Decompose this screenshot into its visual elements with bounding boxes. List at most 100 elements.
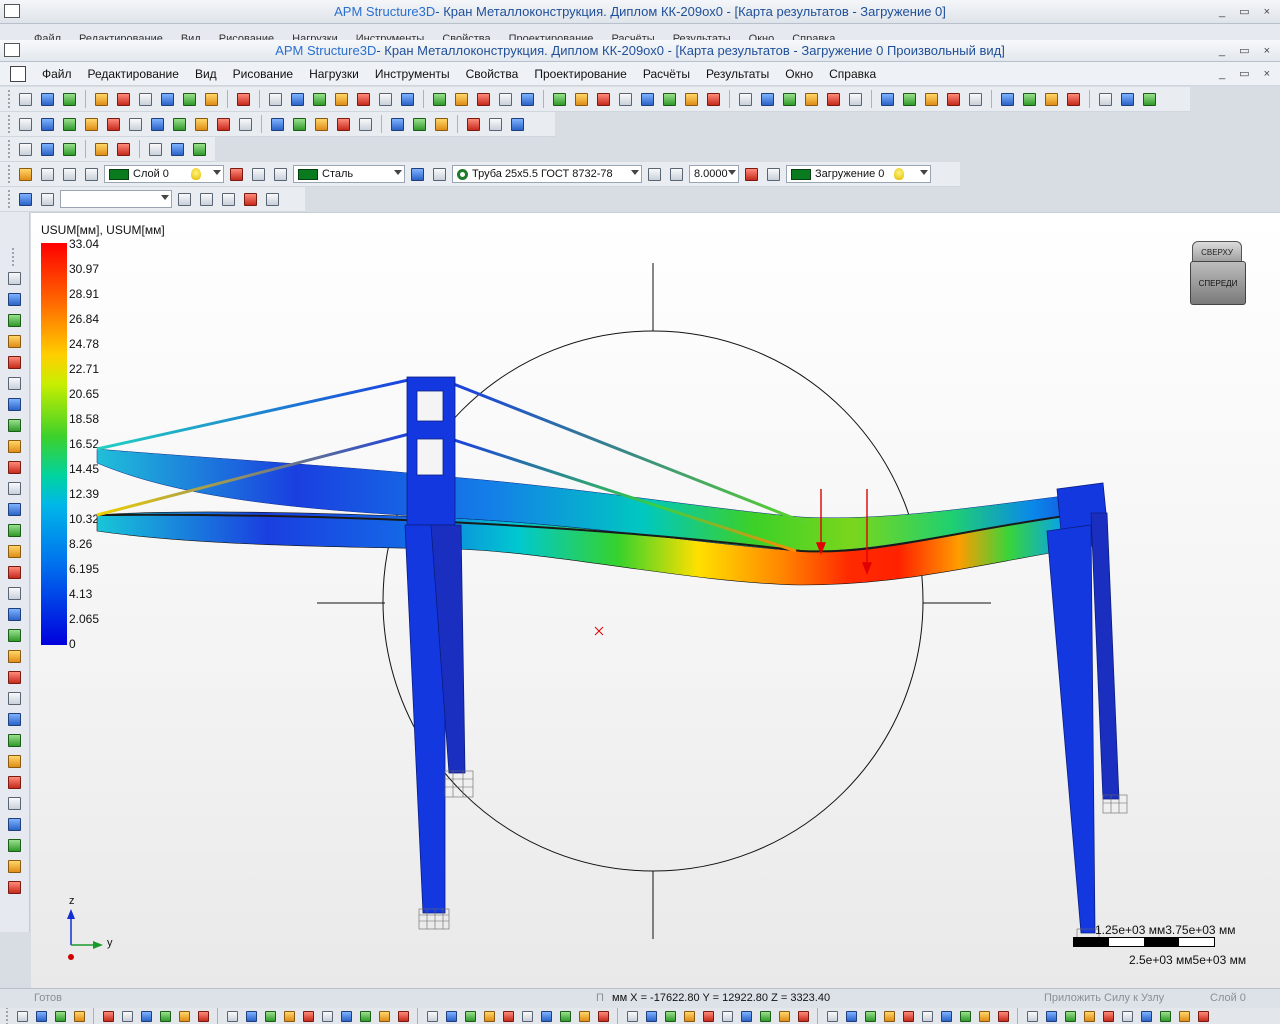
tool-35-icon[interactable] (846, 90, 865, 109)
tool-51-icon[interactable] (1043, 1009, 1059, 1023)
layer-prev-icon[interactable] (38, 165, 57, 184)
angle-input[interactable]: 8.0000 (689, 165, 739, 183)
node-icon[interactable] (6, 416, 24, 434)
filter-icon[interactable] (38, 190, 57, 209)
layers-icon[interactable] (16, 165, 35, 184)
node-load-icon[interactable] (16, 115, 35, 134)
inner-restore-icon[interactable]: ▭ (1239, 44, 1249, 57)
tool-27-icon[interactable] (557, 1009, 573, 1023)
tool-37-icon[interactable] (757, 1009, 773, 1023)
tool-45-icon[interactable] (1096, 90, 1115, 109)
filter-select[interactable] (60, 190, 172, 208)
tool-5-icon[interactable] (119, 1009, 135, 1023)
material-select[interactable]: Сталь (293, 165, 405, 183)
tool-21-icon[interactable] (518, 90, 537, 109)
layer-copy-icon[interactable] (249, 165, 268, 184)
color-map-icon[interactable] (16, 140, 35, 159)
tool-29-icon[interactable] (595, 1009, 611, 1023)
tool-36-icon[interactable] (878, 90, 897, 109)
mesh-icon[interactable] (6, 857, 24, 875)
tool-27-icon[interactable] (660, 90, 679, 109)
mirror-icon[interactable] (6, 374, 24, 392)
tool-56-icon[interactable] (1138, 1009, 1154, 1023)
palette-icon[interactable] (288, 90, 307, 109)
link-icon[interactable] (148, 115, 167, 134)
tool-54-icon[interactable] (1100, 1009, 1116, 1023)
arc-icon[interactable] (6, 521, 24, 539)
tool-19-icon[interactable] (395, 1009, 411, 1023)
force-icon[interactable] (60, 115, 79, 134)
tool-33-icon[interactable] (681, 1009, 697, 1023)
tool-42-icon[interactable] (862, 1009, 878, 1023)
stress-icon[interactable] (146, 140, 165, 159)
left-support-leg[interactable] (404, 376, 466, 914)
tool-31-icon[interactable] (758, 90, 777, 109)
mdi-close-icon[interactable]: × (1264, 68, 1270, 80)
toolbar-grip[interactable] (12, 248, 17, 266)
tool-32-icon[interactable] (780, 90, 799, 109)
tool-41-icon[interactable] (843, 1009, 859, 1023)
tool-38-icon[interactable] (922, 90, 941, 109)
tool-17-icon[interactable] (430, 90, 449, 109)
right-support-leg[interactable] (1046, 482, 1120, 934)
split-icon[interactable] (6, 689, 24, 707)
tool-46-icon[interactable] (938, 1009, 954, 1023)
select-all-icon[interactable] (202, 90, 221, 109)
tool-15-icon[interactable] (356, 115, 375, 134)
legend-icon[interactable] (38, 140, 57, 159)
tool-49-icon[interactable] (995, 1009, 1011, 1023)
measure-icon[interactable] (234, 90, 253, 109)
grid-icon[interactable] (266, 90, 285, 109)
tool-33-icon[interactable] (802, 90, 821, 109)
extend-icon[interactable] (6, 605, 24, 623)
section-icon[interactable] (6, 773, 24, 791)
deformation-icon[interactable] (114, 140, 133, 159)
menu-calculations[interactable]: Расчёты (635, 67, 698, 81)
ruler-icon[interactable] (310, 90, 329, 109)
rotate-icon[interactable] (6, 332, 24, 350)
tool-39-icon[interactable] (944, 90, 963, 109)
open-file-icon[interactable] (38, 90, 57, 109)
spring-icon[interactable] (170, 115, 189, 134)
tool-26-icon[interactable] (538, 1009, 554, 1023)
trim-icon[interactable] (6, 584, 24, 602)
tool-24-icon[interactable] (500, 1009, 516, 1023)
layer-select[interactable]: Слой 0 (104, 165, 224, 183)
tool-44-icon[interactable] (900, 1009, 916, 1023)
inner-minimize-icon[interactable]: _ (1219, 45, 1225, 57)
move-icon[interactable] (6, 311, 24, 329)
tool-14-icon[interactable] (334, 115, 353, 134)
menu-design[interactable]: Проектирование (526, 67, 635, 81)
target-icon[interactable] (398, 90, 417, 109)
crosshair-icon[interactable] (376, 90, 395, 109)
layer-next-icon[interactable] (60, 165, 79, 184)
tool-40-icon[interactable] (966, 90, 985, 109)
tool-40-icon[interactable] (824, 1009, 840, 1023)
toolbar-grip[interactable] (8, 90, 13, 108)
array-icon[interactable] (6, 395, 24, 413)
layer-move-icon[interactable] (271, 165, 290, 184)
tool-13-icon[interactable] (281, 1009, 297, 1023)
tool-37-icon[interactable] (900, 90, 919, 109)
tool-38-icon[interactable] (776, 1009, 792, 1023)
layer-manager-icon[interactable] (82, 165, 101, 184)
offset-icon[interactable] (6, 563, 24, 581)
material-edit-icon[interactable] (430, 165, 449, 184)
distributed-icon[interactable] (82, 115, 101, 134)
text-icon[interactable] (6, 731, 24, 749)
menu-view[interactable]: Вид (187, 67, 225, 81)
tool-19-icon[interactable] (464, 115, 483, 134)
fill-icon[interactable] (332, 90, 351, 109)
menu-window[interactable]: Окно (777, 67, 821, 81)
hinge-icon[interactable] (236, 115, 255, 134)
tool-45-icon[interactable] (919, 1009, 935, 1023)
copy-icon[interactable] (114, 90, 133, 109)
tool-34-icon[interactable] (824, 90, 843, 109)
layer-color-icon[interactable] (227, 165, 246, 184)
tool-25-icon[interactable] (616, 90, 635, 109)
tool-10-icon[interactable] (224, 1009, 240, 1023)
toolbar-grip[interactable] (6, 1008, 11, 1024)
layer-visibility-bulb-icon[interactable] (190, 168, 201, 180)
tool-16-icon[interactable] (388, 115, 407, 134)
tool-15-icon[interactable] (319, 1009, 335, 1023)
